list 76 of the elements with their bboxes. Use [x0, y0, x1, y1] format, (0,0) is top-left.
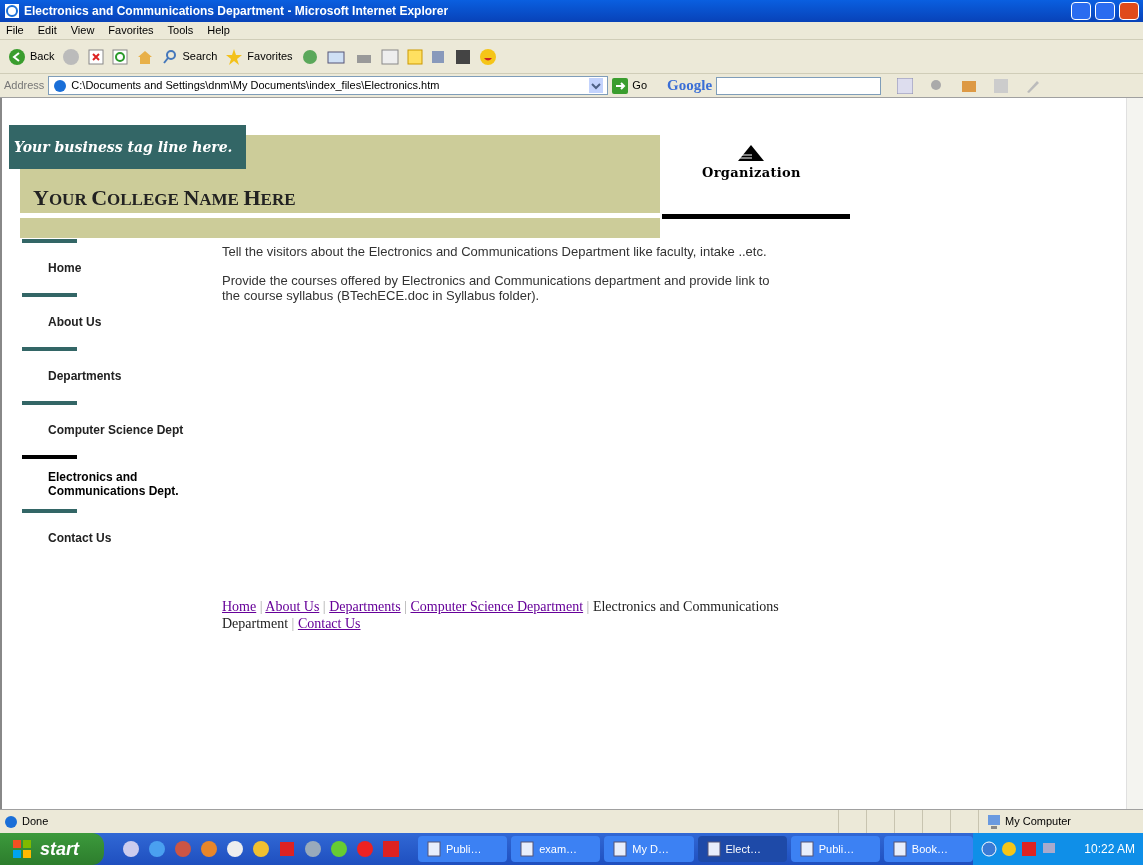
mail-icon[interactable]	[326, 48, 347, 65]
window-icon	[705, 841, 722, 857]
search-icon	[162, 48, 179, 65]
quick-launch-icon[interactable]	[148, 840, 166, 858]
window-icon	[891, 841, 908, 857]
refresh-icon[interactable]	[112, 48, 129, 65]
taskbar-button[interactable]: Elect…	[697, 836, 787, 862]
windows-logo-icon	[12, 839, 32, 859]
search-button[interactable]: Search	[162, 48, 218, 65]
nav-link[interactable]: Home	[48, 261, 82, 275]
forward-icon[interactable]	[62, 47, 81, 66]
address-field[interactable]: C:\Documents and Settings\dnm\My Documents\index_files\Electronics.htm	[48, 76, 609, 95]
nav-link[interactable]: Computer Science Dept	[48, 423, 184, 437]
maximize-button[interactable]	[1095, 2, 1115, 20]
quick-launch-icon[interactable]	[304, 840, 322, 858]
back-button[interactable]: Back	[8, 47, 55, 66]
start-button[interactable]: start	[0, 833, 104, 865]
star-icon	[225, 47, 244, 66]
nav-link[interactable]: About Us	[48, 315, 102, 329]
window-title: Electronics and Communications Department - Microsoft Internet Explorer	[24, 3, 450, 20]
menu-item[interactable]: Tools	[167, 22, 194, 39]
menu-item[interactable]: File	[6, 22, 24, 39]
page-icon	[53, 78, 68, 93]
quick-launch-icon[interactable]	[200, 840, 218, 858]
favorites-button[interactable]: Favorites	[225, 47, 293, 66]
taskbar-button[interactable]: Publi…	[418, 836, 508, 862]
footer-link[interactable]: About Us	[265, 599, 320, 614]
note-icon[interactable]	[406, 48, 423, 65]
smiley-icon[interactable]	[478, 47, 497, 66]
nav-link[interactable]: Departments	[48, 369, 122, 383]
dropdown-icon[interactable]	[589, 78, 604, 93]
close-button[interactable]	[1119, 2, 1139, 20]
window-icon	[519, 841, 536, 857]
minimize-button[interactable]	[1071, 2, 1091, 20]
quick-launch-icon[interactable]	[122, 840, 140, 858]
footer-link[interactable]: Computer Science Department	[410, 599, 584, 614]
browser-icon	[4, 3, 20, 19]
taskbar-button[interactable]: Book…	[883, 836, 974, 862]
quick-launch-icon[interactable]	[330, 840, 348, 858]
logo-text: Organization	[702, 164, 801, 182]
body-paragraph: Tell the visitors about the Electronics and Communications Department like faculty, intake ..etc.	[222, 244, 768, 259]
body-paragraph: Provide the courses offered by Electronics and Communications department and provide link to the course syllabus (BTechECE.doc in Syllabus folder).	[222, 273, 771, 303]
college-name: YOUR COLLEGE NAME HERE	[33, 184, 296, 212]
address-label: Address	[4, 78, 45, 94]
computer-icon	[987, 813, 1001, 830]
stop-icon[interactable]	[88, 48, 105, 65]
quick-launch-icon[interactable]	[252, 840, 270, 858]
window-icon	[426, 841, 442, 857]
smiley-icon[interactable]	[1001, 841, 1017, 857]
status-text: Done	[22, 814, 50, 830]
tagline: Your business tag line here.	[14, 137, 233, 157]
menu-item[interactable]: View	[70, 22, 95, 39]
zone-text: My Computer	[1005, 814, 1072, 830]
logo-icon	[738, 145, 765, 163]
google-search-icon[interactable]	[897, 77, 914, 94]
nav-link[interactable]: Electronics and Communications Dept.	[48, 470, 202, 498]
footer-link[interactable]: Contact Us	[297, 616, 361, 631]
window-icon	[798, 841, 815, 857]
quick-launch-icon[interactable]	[226, 840, 244, 858]
menu-item[interactable]: Edit	[37, 22, 57, 39]
taskbar-button[interactable]: exam…	[511, 836, 601, 862]
google-logo[interactable]: Google	[667, 74, 713, 97]
nav-link[interactable]: Contact Us	[48, 531, 112, 545]
go-button[interactable]: Go	[612, 77, 648, 94]
footer-link[interactable]: Home	[222, 599, 257, 614]
window-icon	[612, 841, 629, 857]
google-search-field[interactable]	[716, 76, 882, 95]
footer-link[interactable]: Departments	[329, 599, 401, 614]
taskbar-button[interactable]: Publi…	[790, 836, 880, 862]
clock: 10:22 AM	[1084, 841, 1135, 858]
taskbar-button[interactable]: My D…	[604, 836, 694, 862]
scrollbar[interactable]	[1126, 98, 1143, 809]
menu-item[interactable]: Help	[207, 22, 230, 39]
page-icon	[4, 814, 18, 829]
menu-item[interactable]: Favorites	[108, 22, 154, 39]
footer-navigation: Home | About Us | Departments | Computer Science Department | Electronics and Communications Department | Contact Us	[222, 598, 780, 632]
